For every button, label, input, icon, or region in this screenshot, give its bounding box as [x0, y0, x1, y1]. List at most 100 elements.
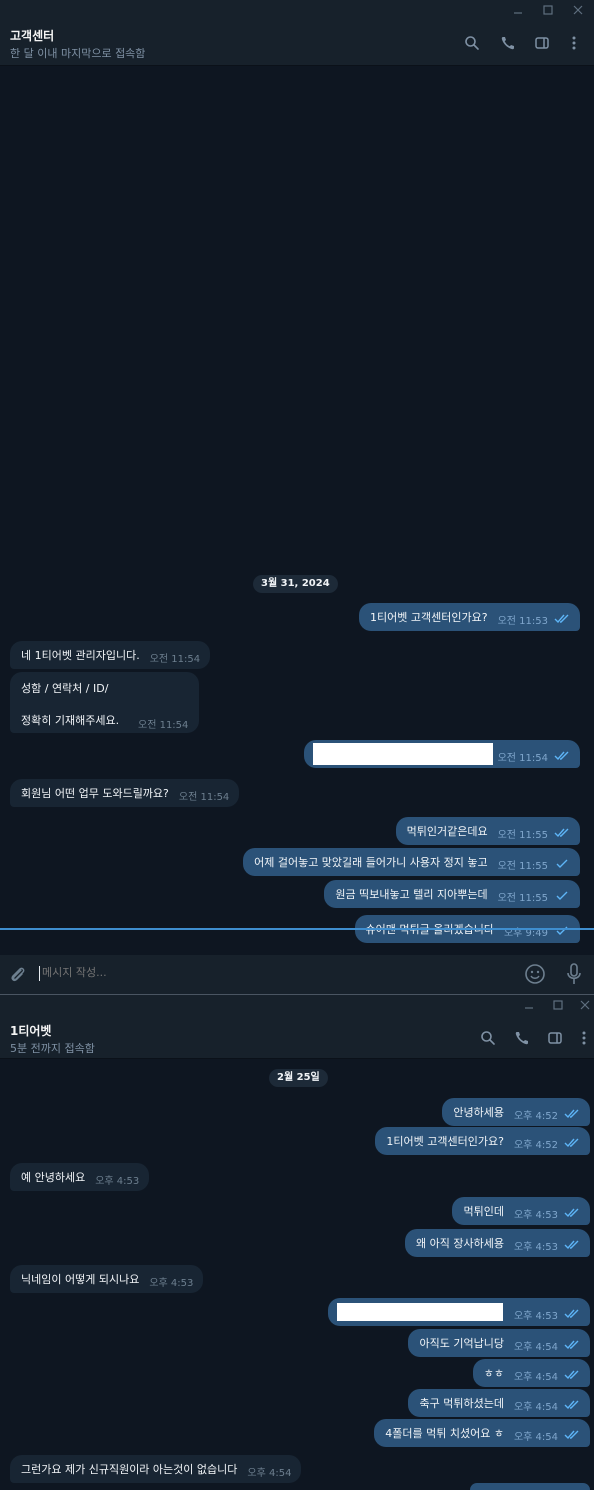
message-outgoing[interactable]: 오후 4:53	[327, 1298, 590, 1326]
message-text: 원금 띡보내놓고 텔리 지아뿌는데	[335, 888, 488, 901]
sidebar-icon[interactable]	[545, 1028, 565, 1048]
minimize-icon[interactable]	[514, 996, 544, 1014]
message-outgoing[interactable]: 4폴더를 먹튀 치셨어요 ㅎ 오후 4:54	[374, 1419, 590, 1447]
message-incoming[interactable]: 예 안녕하세요 오후 4:53	[10, 1163, 150, 1191]
message-input[interactable]	[42, 966, 502, 979]
message-time: 오후 4:53	[513, 1310, 558, 1322]
chat-title[interactable]: 1티어벳	[10, 1022, 51, 1039]
more-vertical-icon[interactable]	[564, 33, 584, 53]
double-check-icon	[564, 1400, 579, 1410]
message-outgoing[interactable]: 먹튀인거같은데요 오전 11:55	[395, 817, 580, 845]
date-separator: 2월 25일	[269, 1069, 328, 1087]
read-marker-line	[0, 928, 594, 930]
chat-header[interactable]: 1티어벳 5분 전까지 접속함	[0, 1015, 594, 1059]
message-time: 오후 4:53	[513, 1209, 558, 1221]
message-outgoing[interactable]: 1티어벳 고객센터인가요? 오전 11:53	[359, 603, 580, 631]
message-outgoing[interactable]: 어제 걸어놓고 맞았길래 들어가니 사용자 정지 놓고 오전 11:55	[243, 848, 580, 876]
chat-window-customer-service: 고객센터 한 달 이내 마지막으로 접속함 3월 31, 2024 1티어벳 고…	[0, 0, 594, 994]
maximize-icon[interactable]	[533, 1, 563, 19]
message-time: 오전 11:53	[497, 615, 548, 627]
message-outgoing[interactable]: ㅎㅎ 오후 4:54	[472, 1359, 590, 1387]
message-outgoing[interactable]: 원금 띡보내놓고 텔리 지아뿌는데 오전 11:55	[324, 880, 580, 908]
maximize-icon[interactable]	[543, 996, 573, 1014]
double-check-icon	[564, 1370, 579, 1380]
message-outgoing[interactable]: 오전 11:54	[303, 740, 580, 768]
message-outgoing[interactable]: 먹튀인데 오후 4:53	[452, 1197, 590, 1225]
message-outgoing[interactable]: 안녕하세용 오후 4:52	[442, 1098, 590, 1126]
message-outgoing-partial	[470, 1483, 590, 1490]
redacted-text	[335, 1302, 504, 1322]
message-incoming[interactable]: 회원님 어떤 업무 도와드릴까요? 오전 11:54	[10, 779, 240, 807]
message-text: 닉네임이 어떻게 되시나요	[21, 1273, 140, 1286]
double-check-icon	[564, 1309, 579, 1319]
message-time: 오전 11:54	[149, 653, 201, 665]
emoji-icon[interactable]	[524, 963, 546, 985]
message-text: 축구 먹튀하셨는데	[419, 1397, 504, 1410]
message-text-line: 성함 / 연락처 / ID/	[21, 682, 109, 695]
close-icon[interactable]	[563, 1, 593, 19]
chat-title[interactable]: 고객센터	[10, 27, 54, 44]
message-time: 오후 9:49	[503, 927, 548, 939]
message-incoming[interactable]: 성함 / 연락처 / ID/ 정확히 기재해주세요. 오전 11:54	[10, 672, 199, 733]
double-check-icon	[554, 751, 569, 761]
message-time: 오후 4:52	[513, 1110, 558, 1122]
message-text: 1티어벳 고객센터인가요?	[386, 1135, 504, 1148]
message-outgoing[interactable]: 1티어벳 고객센터인가요? 오후 4:52	[375, 1127, 590, 1155]
microphone-icon[interactable]	[564, 962, 584, 986]
message-text: 먹튀인거같은데요	[406, 825, 488, 838]
message-composer	[0, 955, 594, 994]
text-cursor	[39, 966, 40, 981]
message-time: 오전 11:55	[497, 892, 548, 904]
chat-window-1tierbet: 1티어벳 5분 전까지 접속함 2월 25일 안녕하세용 오후 4:52 1티어…	[0, 995, 594, 1490]
message-time: 오전 11:54	[138, 720, 189, 731]
double-check-icon	[564, 1208, 579, 1218]
check-icon	[556, 891, 568, 900]
message-text: 예 안녕하세요	[21, 1171, 86, 1184]
search-icon[interactable]	[478, 1028, 498, 1048]
message-time: 오후 4:54	[513, 1401, 558, 1413]
chat-header[interactable]: 고객센터 한 달 이내 마지막으로 접속함	[0, 20, 594, 66]
message-time: 오전 11:55	[497, 860, 548, 872]
double-check-icon	[554, 614, 569, 624]
double-check-icon	[564, 1240, 579, 1250]
message-time: 오후 4:53	[513, 1241, 558, 1253]
message-text: ㅎㅎ	[483, 1367, 504, 1380]
message-time: 오후 4:54	[513, 1371, 558, 1383]
message-outgoing[interactable]: 축구 먹튀하셨는데 오후 4:54	[408, 1389, 590, 1417]
message-text: 먹튀인데	[463, 1205, 504, 1218]
message-text: 그런가요 제가 신규직원이라 아는것이 없습니다	[21, 1463, 238, 1476]
message-text: 1티어벳 고객센터인가요?	[370, 611, 488, 624]
message-text: 안녕하세용	[453, 1106, 504, 1119]
phone-icon[interactable]	[498, 33, 518, 53]
message-time: 오후 4:53	[149, 1277, 194, 1289]
phone-icon[interactable]	[512, 1028, 532, 1048]
message-incoming[interactable]: 그런가요 제가 신규직원이라 아는것이 없습니다 오후 4:54	[10, 1455, 302, 1483]
chat-status: 한 달 이내 마지막으로 접속함	[10, 47, 146, 60]
message-text: 어제 걸어놓고 맞았길래 들어가니 사용자 정지 놓고	[254, 856, 488, 869]
double-check-icon	[564, 1138, 579, 1148]
message-text: 네 1티어벳 관리자입니다.	[21, 649, 140, 662]
message-text: 아직도 기억납니당	[419, 1337, 504, 1350]
window-titlebar	[0, 995, 594, 1015]
message-text: 왜 아직 장사하세용	[416, 1237, 504, 1250]
window-titlebar	[0, 0, 594, 20]
check-icon	[556, 859, 568, 868]
more-vertical-icon[interactable]	[574, 1028, 594, 1048]
minimize-icon[interactable]	[503, 1, 533, 19]
message-outgoing[interactable]: 아직도 기억납니당 오후 4:54	[408, 1329, 590, 1357]
message-time: 오후 4:54	[247, 1467, 292, 1479]
message-incoming[interactable]: 네 1티어벳 관리자입니다. 오전 11:54	[10, 641, 211, 669]
message-text: 회원님 어떤 업무 도와드릴까요?	[21, 787, 169, 800]
message-time: 오후 4:52	[513, 1139, 558, 1151]
message-time: 오후 4:54	[513, 1341, 558, 1353]
search-icon[interactable]	[462, 33, 482, 53]
message-outgoing[interactable]: 왜 아직 장사하세용 오후 4:53	[405, 1229, 590, 1257]
sidebar-icon[interactable]	[532, 33, 552, 53]
redacted-text	[311, 742, 494, 766]
message-text-line: 정확히 기재해주세요.	[21, 714, 120, 727]
double-check-icon	[554, 828, 569, 838]
close-icon[interactable]	[570, 996, 594, 1014]
double-check-icon	[564, 1430, 579, 1440]
paperclip-icon[interactable]	[8, 965, 28, 985]
message-incoming[interactable]: 닉네임이 어떻게 되시나요 오후 4:53	[10, 1265, 204, 1293]
